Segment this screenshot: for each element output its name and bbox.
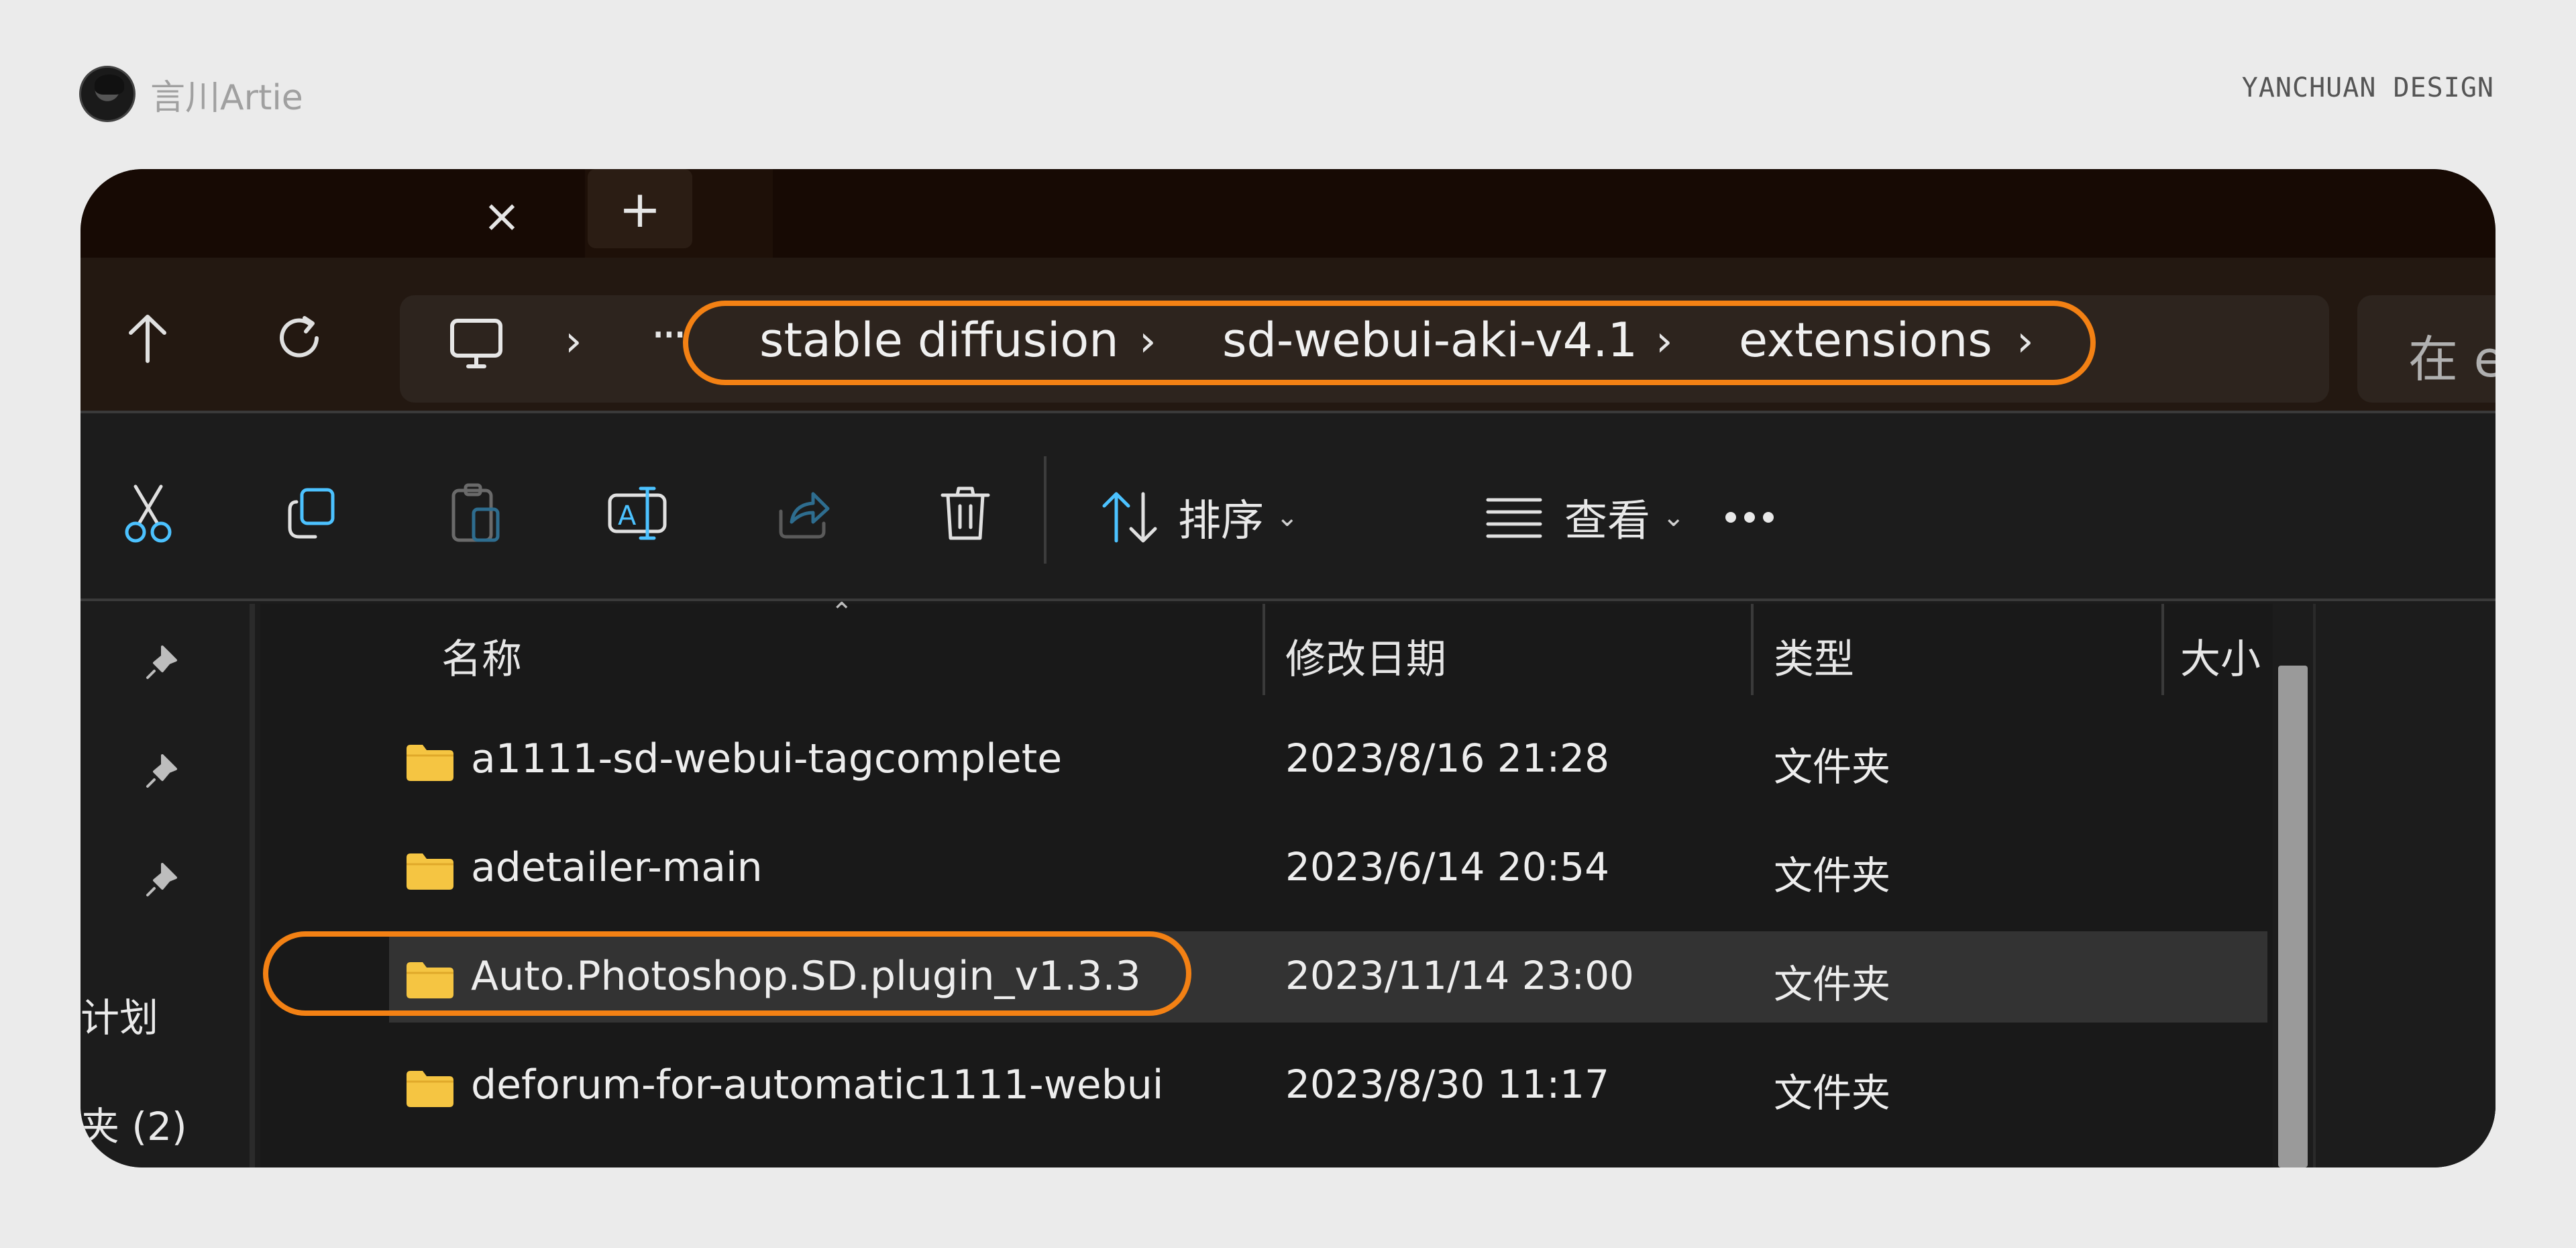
table-row[interactable]: a1111-sd-webui-tagcomplete 2023/8/16 21:…	[260, 714, 2206, 805]
search-input[interactable]: 在 e	[2357, 295, 2496, 403]
column-divider[interactable]	[1263, 604, 1265, 695]
brand-label: YANCHUAN DESIGN	[2241, 72, 2494, 103]
author-block: 言川Artie	[79, 66, 303, 122]
delete-icon[interactable]	[928, 476, 1002, 550]
file-list: ⌃ 名称 修改日期 类型 大小 a1111-sd-webui-tagcomple…	[260, 597, 2496, 1167]
file-name: a1111-sd-webui-tagcomplete	[471, 735, 1063, 782]
column-divider[interactable]	[2161, 604, 2164, 695]
more-options-icon[interactable]	[1709, 480, 1790, 554]
folder-icon	[407, 1071, 453, 1107]
navigation-pane: 计划 夹 (2)	[80, 604, 255, 1167]
column-header-name[interactable]: 名称	[441, 627, 522, 685]
sidebar-item-plan[interactable]: 计划	[80, 986, 158, 1043]
tab-close-icon[interactable]: ×	[462, 183, 542, 250]
chevron-right-icon[interactable]: ›	[565, 317, 582, 366]
scrollbar-thumb[interactable]	[2278, 666, 2308, 1167]
chevron-down-icon: ⌄	[1662, 502, 1685, 533]
column-headers: ⌃ 名称 修改日期 类型 大小	[260, 597, 2261, 705]
file-type: 文件夹	[1774, 744, 1891, 790]
file-modified: 2023/6/14 20:54	[1285, 844, 1609, 890]
file-modified: 2023/8/16 21:28	[1285, 735, 1609, 781]
this-pc-icon[interactable]	[443, 310, 510, 377]
folder-icon	[407, 745, 453, 781]
new-tab-button[interactable]: +	[588, 169, 692, 248]
svg-text:A: A	[618, 501, 637, 531]
column-header-size[interactable]: 大小	[2180, 627, 2261, 685]
file-name: deforum-for-automatic1111-webui	[471, 1061, 1164, 1108]
file-explorer-window: × + › ··· stable diffusion › sd-webui-ak…	[80, 169, 2496, 1167]
paste-icon[interactable]	[439, 476, 513, 550]
details-pane	[2313, 604, 2496, 1167]
file-modified: 2023/8/30 11:17	[1285, 1061, 1609, 1107]
file-modified: 2023/11/14 23:00	[1285, 953, 1634, 998]
cut-icon[interactable]	[111, 476, 185, 550]
sort-label: 排序	[1178, 497, 1264, 546]
column-header-type[interactable]: 类型	[1774, 627, 1854, 685]
author-name: 言川Artie	[150, 77, 303, 118]
pin-icon[interactable]	[142, 860, 182, 900]
column-divider[interactable]	[1751, 604, 1754, 695]
row-highlight-annotation	[263, 931, 1191, 1016]
file-name: adetailer-main	[471, 844, 763, 891]
sort-button[interactable]: 排序 ⌄	[1097, 480, 1299, 554]
sidebar-item-folder[interactable]: 夹 (2)	[80, 1095, 187, 1151]
pin-icon[interactable]	[142, 751, 182, 792]
view-button[interactable]: 查看 ⌄	[1484, 480, 1685, 554]
pin-icon[interactable]	[142, 643, 182, 683]
share-icon[interactable]	[765, 476, 839, 550]
breadcrumb-highlight-annotation	[683, 301, 2096, 385]
command-toolbar: A 排序 ⌄ 查看 ⌄	[80, 416, 2496, 601]
column-header-modified[interactable]: 修改日期	[1285, 627, 1446, 685]
up-arrow-icon[interactable]	[107, 305, 188, 372]
folder-icon	[407, 853, 453, 890]
view-list-icon	[1486, 498, 1542, 538]
chevron-down-icon: ⌄	[1276, 502, 1299, 533]
rename-icon[interactable]: A	[601, 476, 675, 550]
table-row[interactable]: adetailer-main 2023/6/14 20:54 文件夹	[260, 823, 2206, 914]
avatar	[79, 66, 136, 122]
file-type: 文件夹	[1774, 853, 1891, 898]
more-crumbs-icon[interactable]: ···	[651, 307, 688, 362]
tab-bar: × +	[80, 169, 2496, 258]
refresh-icon[interactable]	[259, 305, 339, 372]
file-type: 文件夹	[1774, 1070, 1891, 1116]
table-row[interactable]: deforum-for-automatic1111-webui 2023/8/3…	[260, 1040, 2206, 1131]
toolbar-separator	[1044, 456, 1046, 564]
navigation-bar: › ··· stable diffusion › sd-webui-aki-v4…	[80, 258, 2496, 413]
file-type: 文件夹	[1774, 961, 1891, 1007]
sort-ascending-icon: ⌃	[830, 597, 853, 628]
copy-icon[interactable]	[275, 476, 349, 550]
sort-icon	[1102, 492, 1157, 543]
view-label: 查看	[1564, 497, 1650, 546]
